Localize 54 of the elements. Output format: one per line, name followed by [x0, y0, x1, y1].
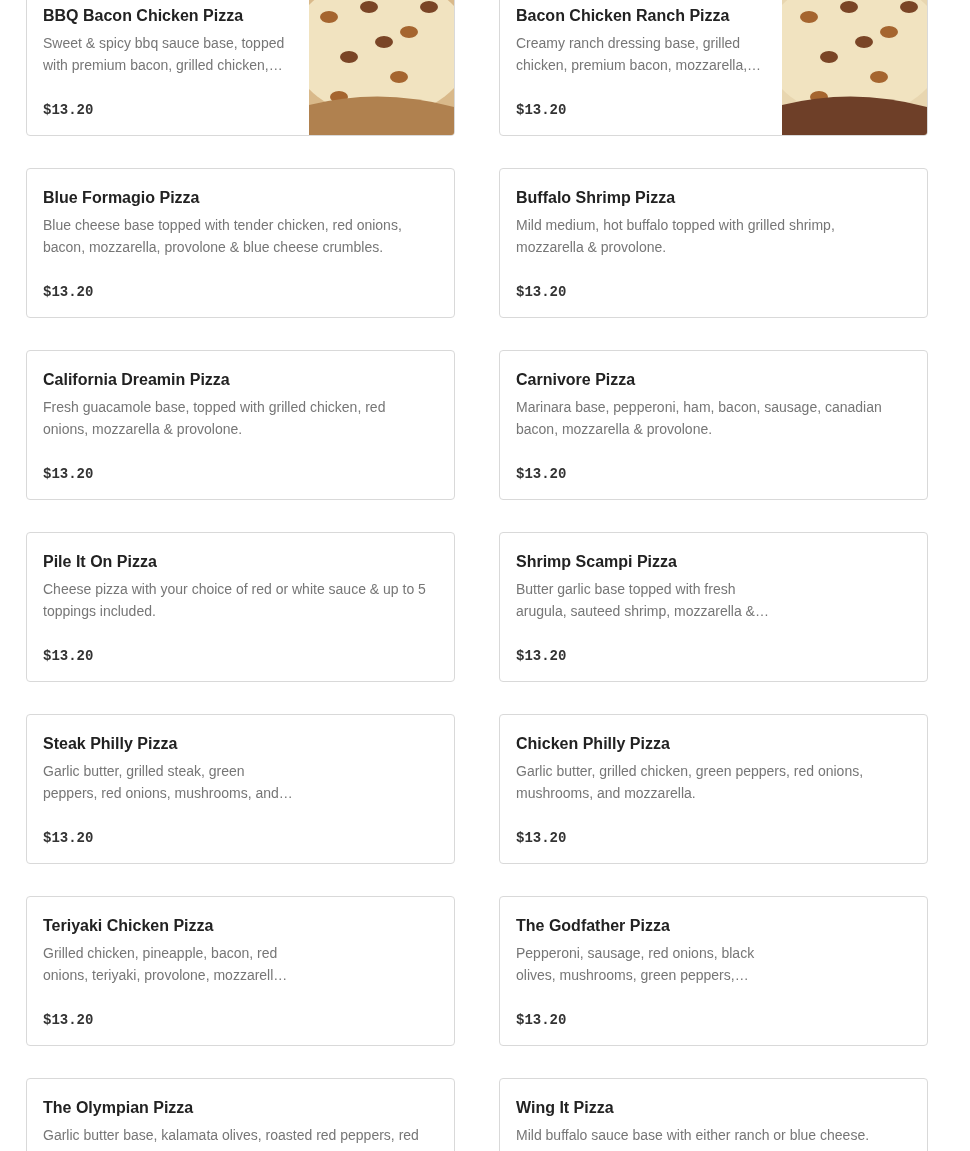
item-description: Creamy ranch dressing base, grilled chicken, premium bacon, mozzarella,… [516, 34, 763, 75]
item-description: Marinara base, pepperoni, ham, bacon, sausage, canadian bacon, mozzarella & provolone. [516, 398, 883, 439]
item-name: Chicken Philly Pizza [516, 734, 671, 754]
item-name: Steak Philly Pizza [43, 734, 179, 754]
item-description: Garlic butter base, kalamata olives, roasted red peppers, red [43, 1126, 420, 1145]
item-name: Wing It Pizza [516, 1098, 615, 1118]
item-price: $13.20 [43, 466, 94, 482]
item-name: Carnivore Pizza [516, 370, 637, 390]
item-description: Pepperoni, sausage, red onions, black olives, mushrooms, green peppers,… [516, 944, 756, 985]
item-name: The Olympian Pizza [43, 1098, 195, 1118]
menu-item-card[interactable]: Bacon Chicken Ranch Pizza Creamy ranch dressing base, grilled chicken, premium bacon, mozzarella,… $13.20 [499, 0, 928, 136]
menu-item-card[interactable]: Buffalo Shrimp Pizza Mild medium, hot buffalo topped with grilled shrimp, mozzarella & provolone. $13.20 [499, 168, 928, 318]
menu-item-card[interactable]: California Dreamin Pizza Fresh guacamole base, topped with grilled chicken, red onions, mozzarella & provolone. $13.20 [26, 350, 455, 500]
item-description: Sweet & spicy bbq sauce base, topped with premium bacon, grilled chicken,… [43, 34, 286, 75]
menu-item-card[interactable]: The Olympian Pizza Garlic butter base, kalamata olives, roasted red peppers, red [26, 1078, 455, 1151]
item-description: Mild buffalo sauce base with either ranch or blue cheese. [516, 1126, 871, 1145]
item-name: California Dreamin Pizza [43, 370, 231, 390]
menu-item-card[interactable]: The Godfather Pizza Pepperoni, sausage, red onions, black olives, mushrooms, green peppers,… $13.20 [499, 896, 928, 1046]
menu-item-card[interactable]: BBQ Bacon Chicken Pizza Sweet & spicy bbq sauce base, topped with premium bacon, grilled chicken,… $13.20 [26, 0, 455, 136]
item-price: $13.20 [43, 1012, 94, 1028]
item-price: $13.20 [516, 466, 567, 482]
item-description: Garlic butter, grilled chicken, green peppers, red onions, mushrooms, and mozzarella. [516, 762, 865, 803]
item-description: Garlic butter, grilled steak, green peppers, red onions, mushrooms, and… [43, 762, 294, 803]
menu-item-card[interactable]: Wing It Pizza Mild buffalo sauce base with either ranch or blue cheese. [499, 1078, 928, 1151]
item-name: Shrimp Scampi Pizza [516, 552, 678, 572]
item-price: $13.20 [516, 1012, 567, 1028]
item-price: $13.20 [516, 648, 567, 664]
item-price: $13.20 [43, 102, 94, 118]
item-name: BBQ Bacon Chicken Pizza [43, 6, 245, 26]
item-price: $13.20 [43, 284, 94, 300]
menu-item-card[interactable]: Shrimp Scampi Pizza Butter garlic base topped with fresh arugula, sauteed shrimp, mozzarella &… $13.20 [499, 532, 928, 682]
menu-item-card[interactable]: Blue Formagio Pizza Blue cheese base topped with tender chicken, red onions, bacon, mozzarella, provolone & blue cheese crumbles. $13.20 [26, 168, 455, 318]
item-name: Blue Formagio Pizza [43, 188, 201, 208]
item-price: $13.20 [43, 830, 94, 846]
item-name: Buffalo Shrimp Pizza [516, 188, 677, 208]
item-price: $13.20 [516, 284, 567, 300]
item-description: Cheese pizza with your choice of red or white sauce & up to 5 toppings included. [43, 580, 427, 621]
item-name: The Godfather Pizza [516, 916, 671, 936]
item-description: Butter garlic base topped with fresh arugula, sauteed shrimp, mozzarella &… [516, 580, 770, 621]
item-price: $13.20 [43, 648, 94, 664]
item-name: Bacon Chicken Ranch Pizza [516, 6, 731, 26]
item-name: Teriyaki Chicken Pizza [43, 916, 215, 936]
menu-item-card[interactable]: Pile It On Pizza Cheese pizza with your choice of red or white sauce & up to 5 toppings included. $13.20 [26, 532, 455, 682]
item-name: Pile It On Pizza [43, 552, 158, 572]
item-price: $13.20 [516, 102, 567, 118]
item-description: Blue cheese base topped with tender chicken, red onions, bacon, mozzarella, provolone & blue cheese crumbles. [43, 216, 403, 257]
menu-item-card[interactable]: Chicken Philly Pizza Garlic butter, grilled chicken, green peppers, red onions, mushrooms, and mozzarella. $13.20 [499, 714, 928, 864]
menu-item-card[interactable]: Steak Philly Pizza Garlic butter, grilled steak, green peppers, red onions, mushrooms, and… $13.20 [26, 714, 455, 864]
item-price: $13.20 [516, 830, 567, 846]
menu-item-card[interactable]: Carnivore Pizza Marinara base, pepperoni, ham, bacon, sausage, canadian bacon, mozzarella & provolone. $13.20 [499, 350, 928, 500]
item-description: Mild medium, hot buffalo topped with grilled shrimp, mozzarella & provolone. [516, 216, 836, 257]
item-description: Grilled chicken, pineapple, bacon, red onions, teriyaki, provolone, mozzarell… [43, 944, 289, 985]
menu-item-card[interactable]: Teriyaki Chicken Pizza Grilled chicken, pineapple, bacon, red onions, teriyaki, provolone, mozzarell… $13.20 [26, 896, 455, 1046]
item-description: Fresh guacamole base, topped with grilled chicken, red onions, mozzarella & provolone. [43, 398, 387, 439]
